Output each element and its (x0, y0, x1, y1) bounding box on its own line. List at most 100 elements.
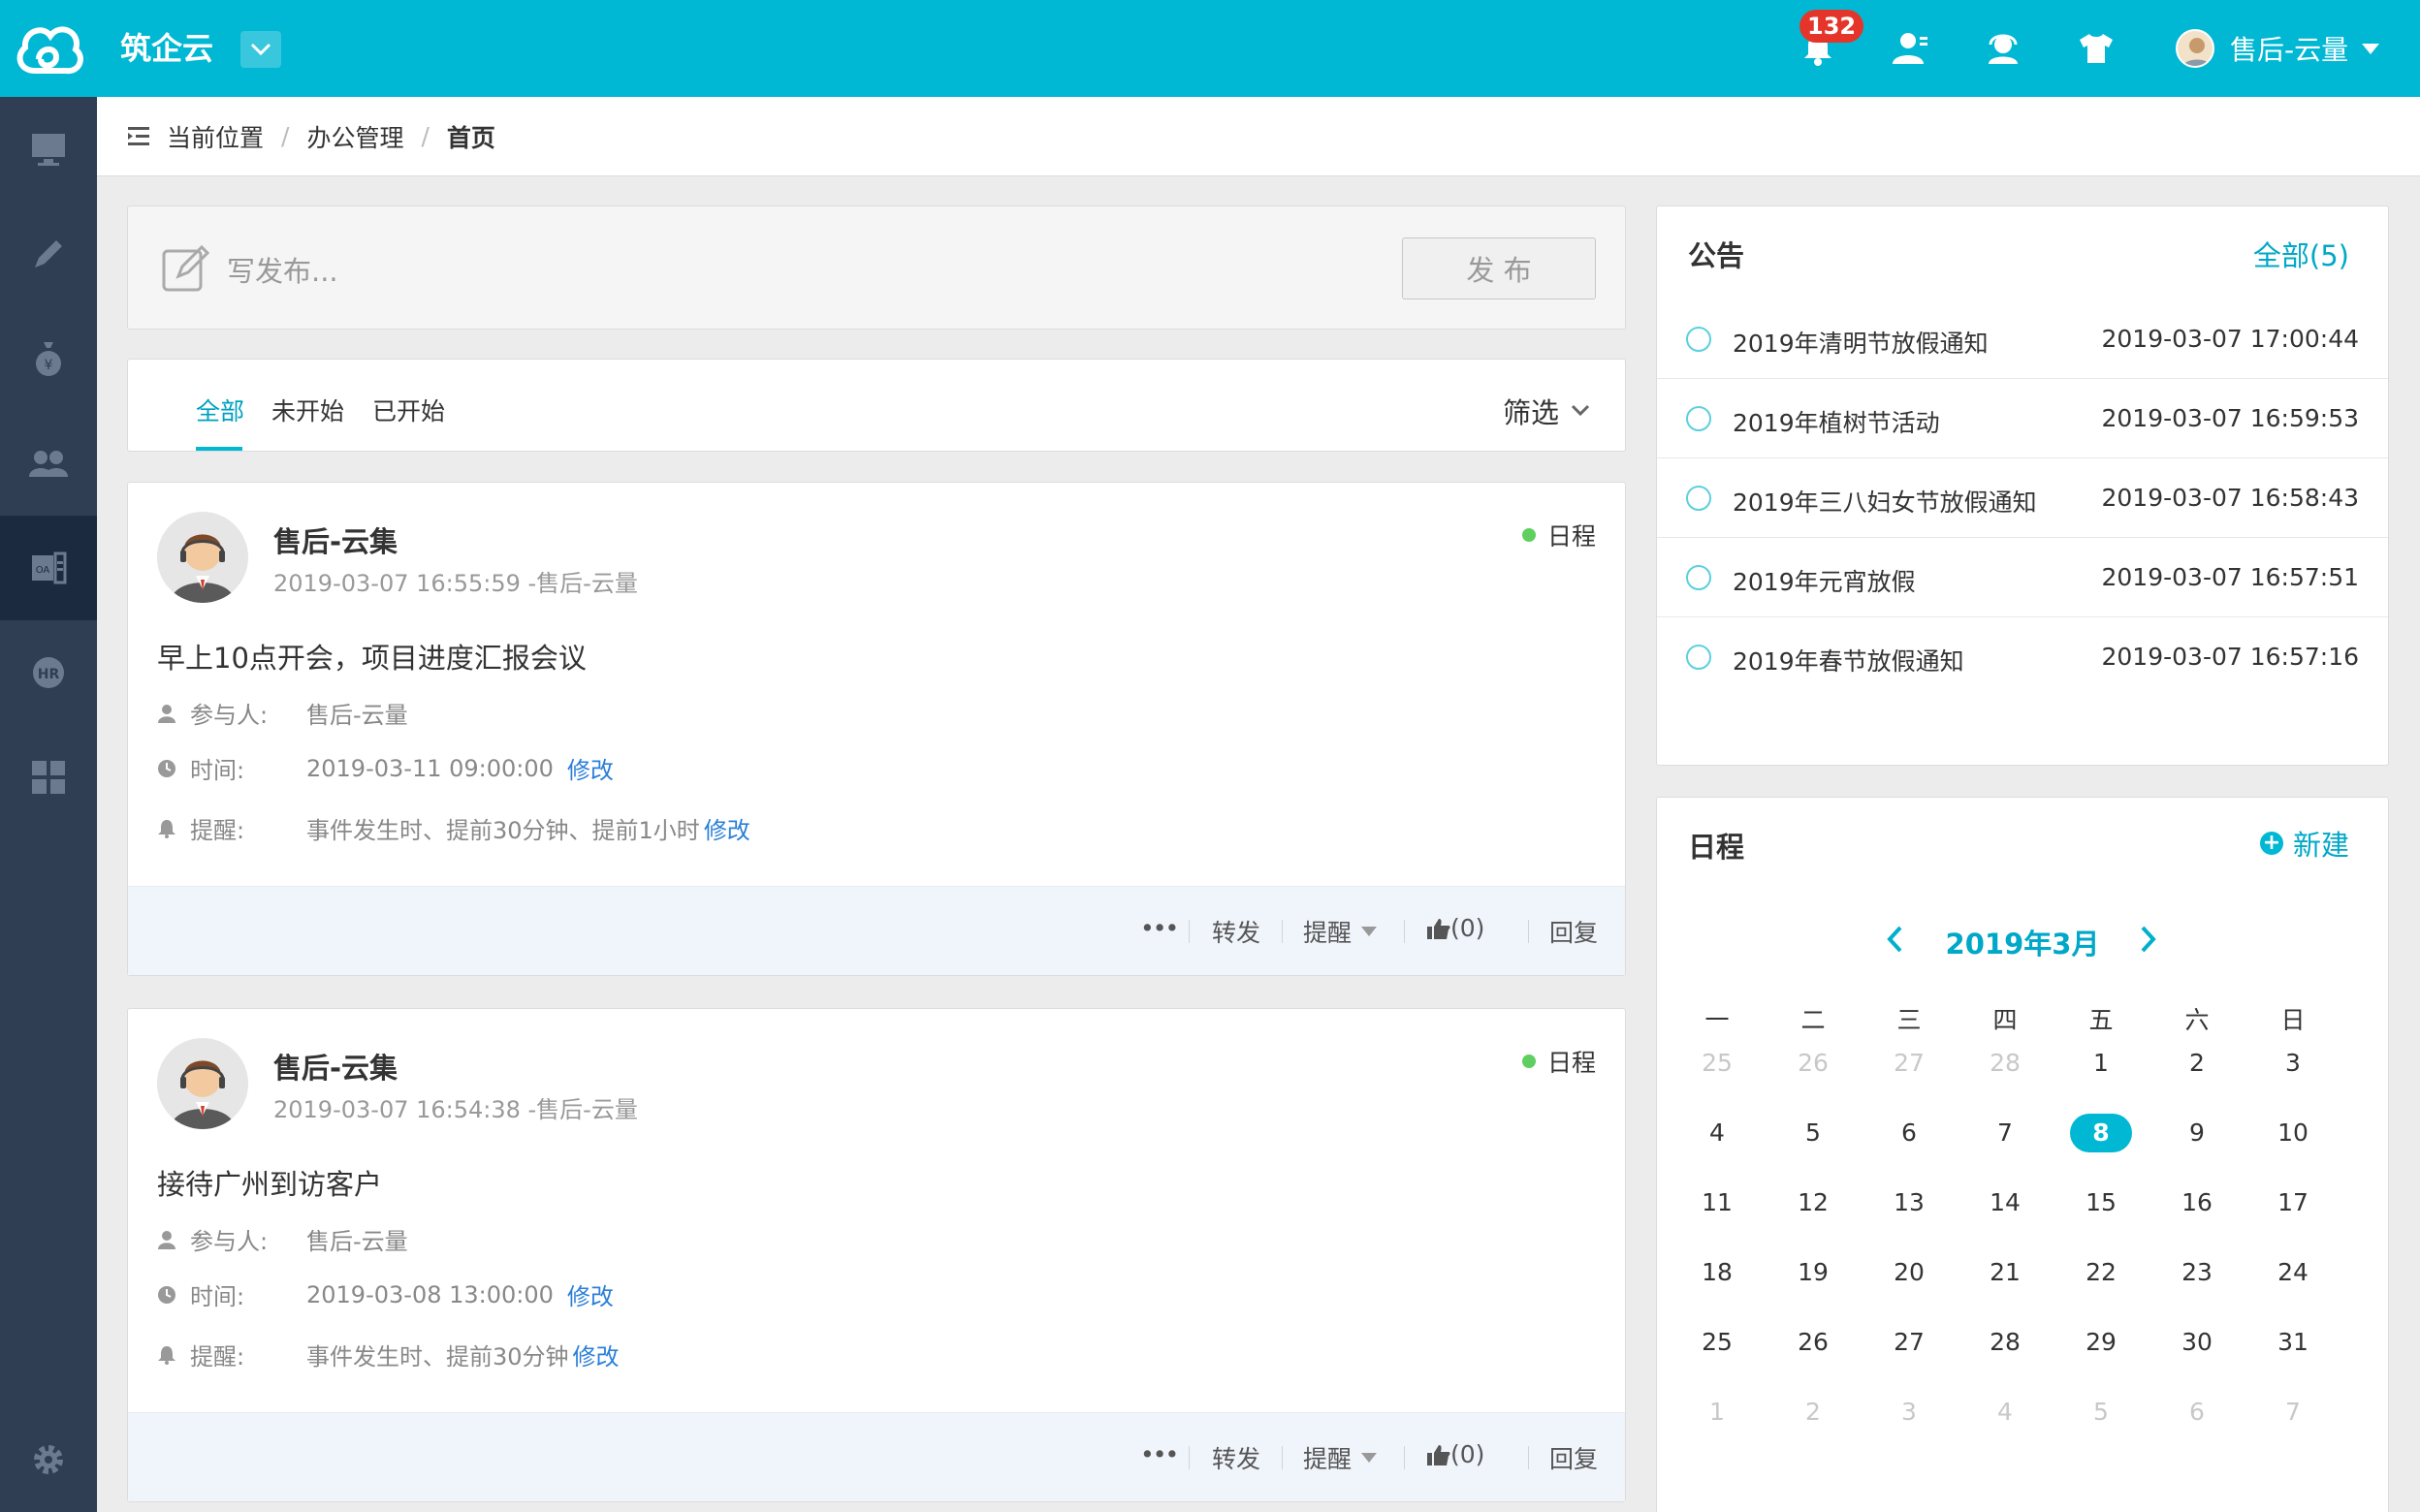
calendar-day[interactable]: 13 (1878, 1183, 1940, 1222)
calendar-day[interactable]: 28 (1974, 1044, 2036, 1083)
calendar-day[interactable]: 7 (1974, 1114, 2036, 1152)
more-button[interactable]: ••• (1140, 914, 1179, 942)
calendar-day[interactable]: 30 (2166, 1323, 2228, 1362)
calendar-day[interactable]: 10 (2262, 1114, 2324, 1152)
reply-button[interactable]: 回复 (1549, 914, 1598, 949)
sidebar-item-apps[interactable] (0, 725, 97, 830)
calendar-day[interactable]: 31 (2262, 1323, 2324, 1362)
calendar-day[interactable]: 11 (1686, 1183, 1748, 1222)
post-title[interactable]: 接待广州到访客户 (157, 1162, 382, 1203)
person-icon (158, 704, 175, 723)
post-title[interactable]: 早上10点开会，项目进度汇报会议 (157, 636, 587, 677)
prev-month-chevron-icon[interactable] (1886, 926, 1903, 953)
calendar-day[interactable]: 1 (1686, 1393, 1748, 1432)
reply-button[interactable]: 回复 (1549, 1440, 1598, 1475)
new-schedule-button[interactable]: + 新建 (2259, 823, 2349, 864)
sidebar-item-finance[interactable]: ¥ (0, 306, 97, 411)
calendar-day[interactable]: 6 (2166, 1393, 2228, 1432)
calendar-day-today[interactable]: 8 (2070, 1114, 2132, 1152)
calendar-day[interactable]: 4 (1686, 1114, 1748, 1152)
tab-all[interactable]: 全部 (196, 393, 244, 427)
calendar-day[interactable]: 27 (1878, 1044, 1940, 1083)
calendar-day[interactable]: 12 (1782, 1183, 1844, 1222)
post-author[interactable]: 售后-云集 (273, 520, 398, 560)
theme-shirt-icon[interactable] (2075, 27, 2118, 70)
calendar-day[interactable]: 27 (1878, 1323, 1940, 1362)
calendar-day[interactable]: 15 (2070, 1183, 2132, 1222)
forward-button[interactable]: 转发 (1212, 914, 1260, 949)
calendar-day[interactable]: 25 (1686, 1044, 1748, 1083)
remind-button[interactable]: 提醒 (1303, 1440, 1378, 1475)
notice-item[interactable]: 2019年植树节活动 2019-03-07 16:59:53 (1657, 379, 2388, 458)
post-author[interactable]: 售后-云集 (273, 1046, 398, 1087)
customer-service-icon[interactable] (1982, 27, 2024, 70)
notice-item[interactable]: 2019年元宵放假 2019-03-07 16:57:51 (1657, 538, 2388, 617)
more-button[interactable]: ••• (1140, 1440, 1179, 1468)
forward-button[interactable]: 转发 (1212, 1440, 1260, 1475)
calendar-day[interactable]: 6 (1878, 1114, 1940, 1152)
edit-time-link[interactable]: 修改 (567, 751, 614, 785)
notice-item[interactable]: 2019年清明节放假通知 2019-03-07 17:00:44 (1657, 299, 2388, 379)
sidebar-item-settings[interactable] (0, 1407, 97, 1512)
calendar-day[interactable]: 5 (2070, 1393, 2132, 1432)
avatar[interactable] (157, 1038, 248, 1129)
menu-indent-icon[interactable] (128, 126, 153, 147)
post-type-tag: 日程 (1521, 1044, 1596, 1079)
calendar-day[interactable]: 26 (1782, 1044, 1844, 1083)
calendar-day[interactable]: 20 (1878, 1253, 1940, 1292)
filter-dropdown[interactable]: 筛选 (1503, 391, 1590, 431)
sidebar-item-desktop[interactable] (0, 97, 97, 202)
sidebar-item-office[interactable]: OA (0, 516, 97, 620)
calendar-day[interactable]: 17 (2262, 1183, 2324, 1222)
publish-button[interactable]: 发 布 (1402, 237, 1596, 299)
sidebar-item-edit[interactable] (0, 202, 97, 306)
calendar-day[interactable]: 7 (2262, 1393, 2324, 1432)
calendar-day[interactable]: 4 (1974, 1393, 2036, 1432)
calendar-day[interactable]: 26 (1782, 1323, 1844, 1362)
notice-all-link[interactable]: 全部(5) (2253, 234, 2349, 274)
calendar-day[interactable]: 18 (1686, 1253, 1748, 1292)
calendar-day[interactable]: 3 (2262, 1044, 2324, 1083)
calendar-title: 日程 (1688, 831, 1745, 864)
notice-panel: 公告 全部(5) 2019年清明节放假通知 2019-03-07 17:00:4… (1656, 205, 2389, 766)
breadcrumb-section[interactable]: 办公管理 (306, 119, 403, 154)
calendar-day[interactable]: 19 (1782, 1253, 1844, 1292)
contacts-icon[interactable] (1889, 27, 1931, 70)
calendar-day[interactable]: 1 (2070, 1044, 2132, 1083)
sidebar-item-hr[interactable]: HR (0, 620, 97, 725)
avatar[interactable] (157, 512, 248, 603)
remind-button[interactable]: 提醒 (1303, 914, 1378, 949)
participants-label: 参与人: (190, 702, 269, 729)
calendar-day[interactable]: 22 (2070, 1253, 2132, 1292)
notice-item[interactable]: 2019年三八妇女节放假通知 2019-03-07 16:58:43 (1657, 458, 2388, 538)
calendar-day[interactable]: 14 (1974, 1183, 2036, 1222)
notice-item[interactable]: 2019年春节放假通知 2019-03-07 16:57:16 (1657, 617, 2388, 697)
tab-started[interactable]: 已开始 (372, 393, 445, 427)
calendar-day[interactable]: 16 (2166, 1183, 2228, 1222)
compose-input[interactable]: 写发布... (227, 249, 338, 290)
brand-dropdown-button[interactable] (240, 31, 281, 68)
like-button[interactable]: (0) (1427, 914, 1484, 942)
calendar-day[interactable]: 3 (1878, 1393, 1940, 1432)
calendar-day[interactable]: 2 (1782, 1393, 1844, 1432)
edit-reminder-link[interactable]: 修改 (573, 1338, 620, 1371)
edit-time-link[interactable]: 修改 (567, 1277, 614, 1311)
calendar-day[interactable]: 28 (1974, 1323, 2036, 1362)
user-menu[interactable]: 售后-云量 (2176, 27, 2380, 70)
like-button[interactable]: (0) (1427, 1440, 1484, 1468)
cloud-logo-icon[interactable] (0, 0, 97, 97)
new-schedule-label: 新建 (2292, 829, 2349, 862)
calendar-day[interactable]: 21 (1974, 1253, 2036, 1292)
calendar-day[interactable]: 29 (2070, 1323, 2132, 1362)
next-month-chevron-icon[interactable] (2140, 926, 2157, 953)
calendar-day[interactable]: 2 (2166, 1044, 2228, 1083)
sidebar-item-team[interactable] (0, 411, 97, 516)
calendar-day[interactable]: 23 (2166, 1253, 2228, 1292)
post-type-tag: 日程 (1521, 518, 1596, 552)
calendar-day[interactable]: 5 (1782, 1114, 1844, 1152)
tab-not-started[interactable]: 未开始 (271, 393, 344, 427)
edit-reminder-link[interactable]: 修改 (704, 811, 750, 845)
calendar-day[interactable]: 25 (1686, 1323, 1748, 1362)
calendar-day[interactable]: 24 (2262, 1253, 2324, 1292)
calendar-day[interactable]: 9 (2166, 1114, 2228, 1152)
